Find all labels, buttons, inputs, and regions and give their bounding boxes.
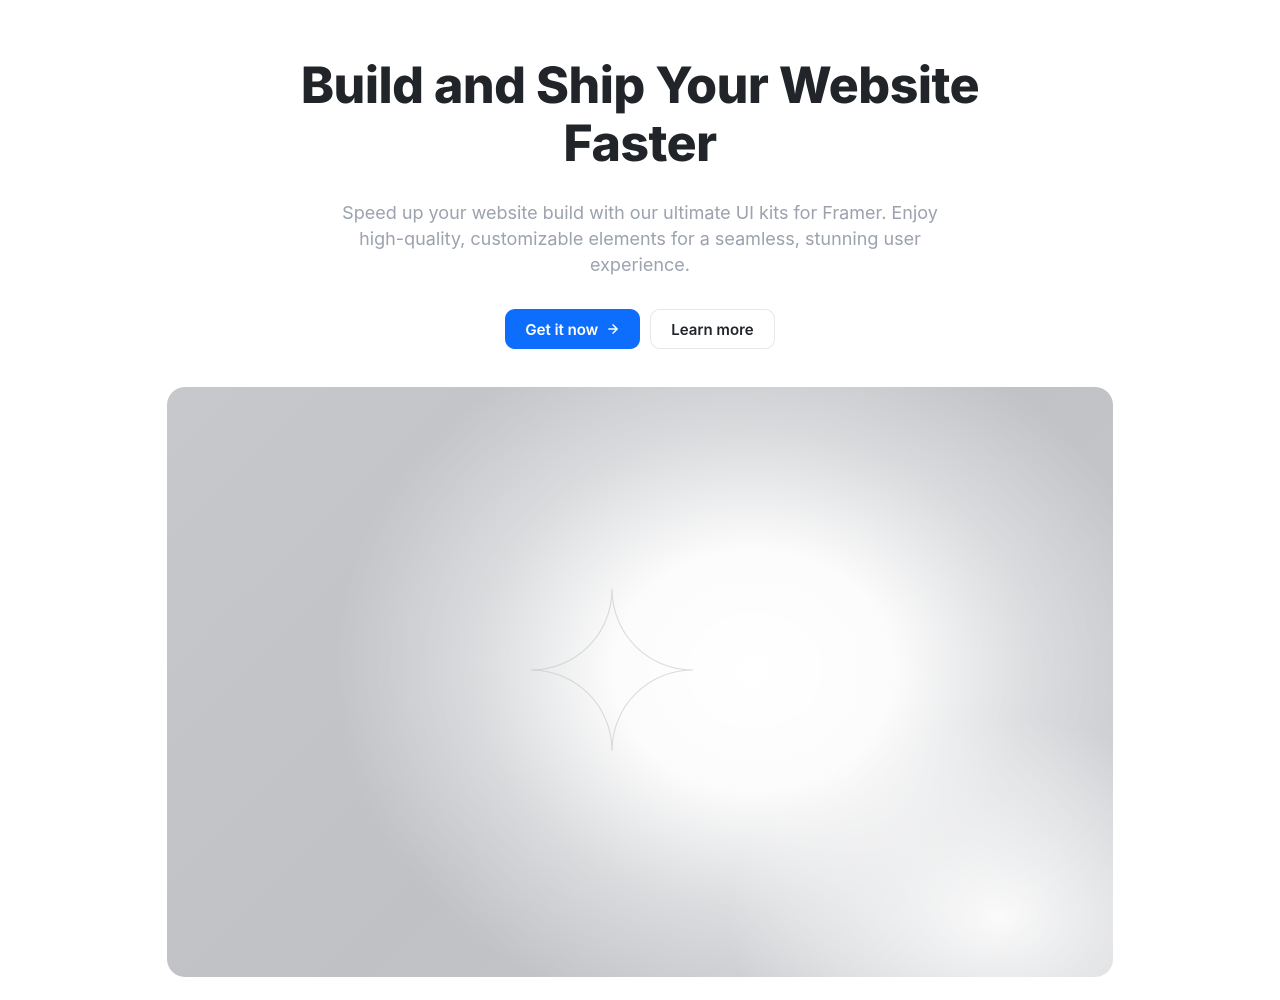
hero-image: [167, 387, 1113, 977]
learn-more-button[interactable]: Learn more: [650, 309, 774, 349]
sparkle-icon: [522, 580, 702, 760]
cta-row: Get it now Learn more: [505, 309, 774, 349]
arrow-right-icon: [606, 322, 620, 336]
hero-headline: Build and Ship Your Website Faster: [265, 58, 1015, 173]
hero-subheadline: Speed up your website build with our ult…: [320, 201, 960, 279]
get-it-now-button[interactable]: Get it now: [505, 309, 640, 349]
hero-section: Build and Ship Your Website Faster Speed…: [0, 0, 1280, 977]
learn-more-label: Learn more: [671, 320, 753, 339]
get-it-now-label: Get it now: [525, 320, 598, 339]
